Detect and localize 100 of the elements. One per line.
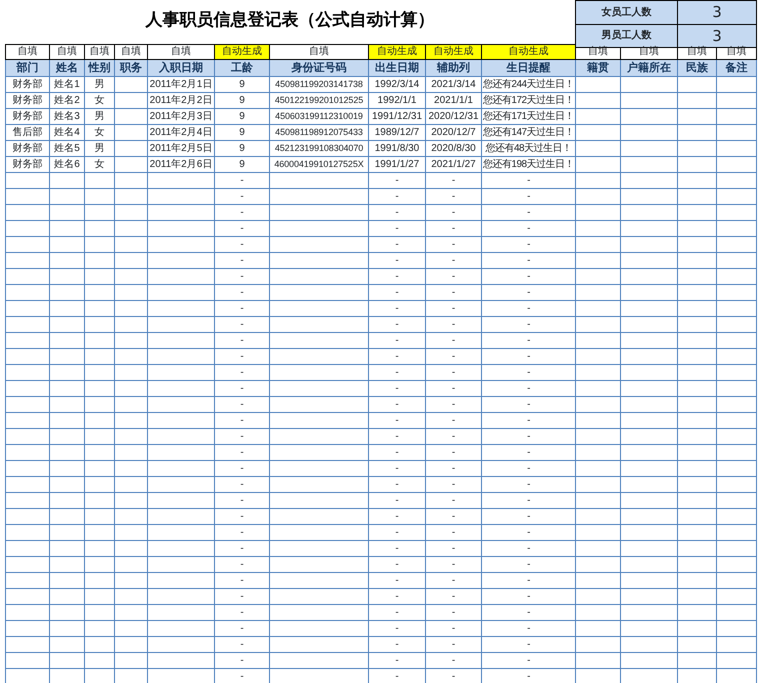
table-cell: - [482,412,576,428]
table-cell: - [482,172,576,188]
table-cell: - [426,412,482,428]
table-cell: - [482,236,576,252]
column-header: 户籍所在 [620,60,678,76]
table-cell: - [214,172,270,188]
fill-type-label: 自填 [148,44,214,60]
table-cell: - [368,364,426,380]
table-cell: - [368,252,426,268]
table-cell: - [426,348,482,364]
table-cell: - [368,188,426,204]
table-cell: - [426,364,482,380]
table-cell: - [426,620,482,636]
table-cell: - [426,332,482,348]
table-cell: - [368,524,426,540]
column-header: 出生日期 [368,60,426,76]
table-cell: - [482,460,576,476]
column-header: 身份证号码 [270,60,368,76]
table-cell: - [482,524,576,540]
table-cell: - [426,396,482,412]
table-cell: - [368,604,426,620]
table-cell: - [482,332,576,348]
table-cell: 2021/3/14 [426,76,482,92]
summary-label: 男员工人数 [576,24,678,48]
fill-type-label: 自填 [6,44,50,60]
column-header: 籍贯 [576,60,620,76]
table-cell: - [214,508,270,524]
table-cell: - [214,268,270,284]
table-cell: - [368,460,426,476]
table-cell: - [214,236,270,252]
column-header: 职务 [114,60,148,76]
table-cell: - [426,652,482,668]
table-cell: - [426,204,482,220]
table-cell: - [214,284,270,300]
table-cell: - [482,572,576,588]
table-cell: - [482,380,576,396]
table-cell: - [368,476,426,492]
table-cell: 女 [84,124,114,140]
table-cell: 财务部 [6,76,50,92]
table-cell: - [214,476,270,492]
table-cell: - [426,284,482,300]
table-cell: - [368,332,426,348]
table-cell: 您还有172天过生日！ [482,92,576,108]
table-cell: 女 [84,92,114,108]
table-cell: 财务部 [6,108,50,124]
table-cell: 9 [214,124,270,140]
summary-label: 女员工人数 [576,0,678,24]
table-cell: - [482,492,576,508]
table-cell: 9 [214,108,270,124]
table-cell: 财务部 [6,92,50,108]
table-cell: 1991/8/30 [368,140,426,156]
column-header: 姓名 [50,60,84,76]
table-cell: - [482,204,576,220]
table-cell: 2011年2月4日 [148,124,214,140]
table-cell: - [368,236,426,252]
table-cell: - [426,428,482,444]
table-cell: - [368,588,426,604]
table-cell: 2011年2月5日 [148,140,214,156]
column-header: 辅助列 [426,60,482,76]
table-cell: - [368,172,426,188]
table-cell: - [426,604,482,620]
table-cell: - [482,444,576,460]
table-cell: 女 [84,156,114,172]
table-cell: 452123199108304070 [270,140,368,156]
table-cell: 2011年2月1日 [148,76,214,92]
table-cell: 2020/12/31 [426,108,482,124]
table-cell: - [368,492,426,508]
table-cell: - [426,268,482,284]
table-cell: - [426,556,482,572]
table-cell: 姓名6 [50,156,84,172]
table-cell: - [214,524,270,540]
table-cell: 9 [214,92,270,108]
table-cell: 您还有147天过生日！ [482,124,576,140]
table-cell: - [368,572,426,588]
table-cell: - [214,316,270,332]
table-cell: 您还有198天过生日！ [482,156,576,172]
fill-type-label: 自动生成 [368,44,426,60]
table-cell: - [214,204,270,220]
table-cell: - [368,412,426,428]
table-cell: - [368,508,426,524]
column-header: 备注 [716,60,756,76]
table-cell: - [426,636,482,652]
table-cell: - [214,428,270,444]
column-header: 民族 [678,60,716,76]
table-cell: - [368,540,426,556]
table-cell: - [482,476,576,492]
table-cell: - [426,444,482,460]
table-cell: - [214,412,270,428]
table-cell: - [214,540,270,556]
table-cell: - [214,620,270,636]
table-cell: - [426,252,482,268]
table-cell: 姓名1 [50,76,84,92]
table-cell: - [482,348,576,364]
table-cell: - [482,508,576,524]
column-header: 工龄 [214,60,270,76]
table-cell: - [482,652,576,668]
table-cell: - [482,556,576,572]
table-cell: - [214,220,270,236]
table-cell: - [482,588,576,604]
table-cell: - [214,396,270,412]
